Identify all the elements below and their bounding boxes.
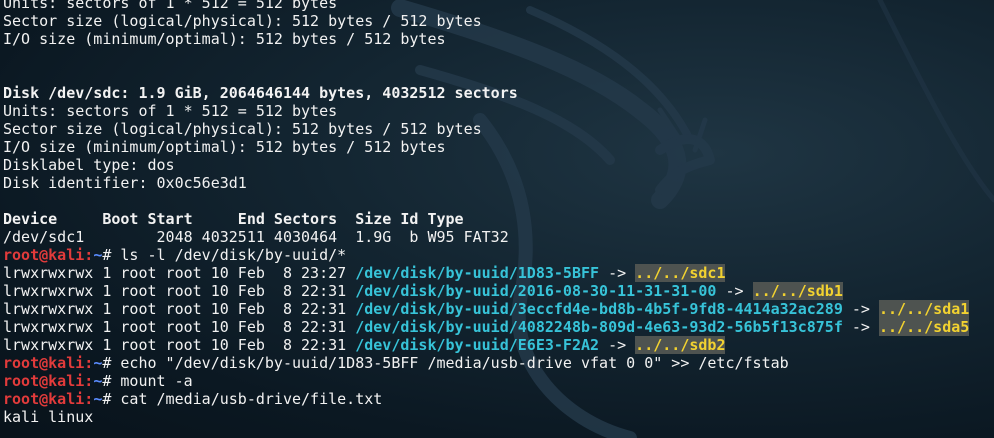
output-line: /dev/sdc1 2048 4032511 4030464 1.9G b W9… bbox=[3, 228, 969, 246]
output-text: Sector size (logical/physical): 512 byte… bbox=[3, 12, 482, 30]
symlink-target: ../../sdb1 bbox=[752, 282, 843, 300]
symlink-target: ../../sdc1 bbox=[635, 264, 726, 282]
prompt-at: @ bbox=[39, 390, 49, 408]
symlink-entry: lrwxrwxrwx 1 root root 10 Feb 8 23:27 /d… bbox=[3, 264, 969, 282]
prompt-host: kali bbox=[48, 390, 85, 408]
prompt-user: root bbox=[3, 390, 40, 408]
output-line: Sector size (logical/physical): 512 byte… bbox=[3, 12, 969, 30]
command-line: root@kali:~# mount -a bbox=[3, 372, 969, 390]
prompt-path: ~ bbox=[93, 246, 103, 264]
symlink-entry: lrwxrwxrwx 1 root root 10 Feb 8 22:31 /d… bbox=[3, 282, 969, 300]
symlink-name: /dev/disk/by-uuid/2016-08-30-11-31-31-00 bbox=[355, 282, 717, 300]
symlink-entry: lrwxrwxrwx 1 root root 10 Feb 8 22:31 /d… bbox=[3, 300, 970, 318]
prompt-symbol: # bbox=[102, 354, 121, 372]
output-line: Disk identifier: 0x0c56e3d1 bbox=[3, 174, 969, 192]
output-text: Disk identifier: 0x0c56e3d1 bbox=[3, 174, 247, 192]
output-line: Units: sectors of 1 * 512 = 512 bytes bbox=[3, 0, 969, 12]
output-line: I/O size (minimum/optimal): 512 bytes / … bbox=[3, 30, 969, 48]
output-line: Units: sectors of 1 * 512 = 512 bytes bbox=[3, 102, 969, 120]
symlink-entry: lrwxrwxrwx 1 root root 10 Feb 8 22:31 /d… bbox=[3, 318, 970, 336]
prompt-path: ~ bbox=[93, 354, 103, 372]
output-text: Disklabel type: dos bbox=[3, 156, 175, 174]
output-line: Sector size (logical/physical): 512 byte… bbox=[3, 120, 969, 138]
command-text: cat /media/usb-drive/file.txt bbox=[120, 390, 383, 408]
command-line: root@kali:~# cat /media/usb-drive/file.t… bbox=[3, 390, 969, 408]
prompt-symbol: # bbox=[102, 246, 121, 264]
output-text: Disk /dev/sdc: 1.9 GiB, 2064646144 bytes… bbox=[3, 84, 518, 102]
symlink-target: ../../sdb2 bbox=[635, 336, 726, 354]
prompt-host: kali bbox=[48, 372, 85, 390]
prompt-colon: : bbox=[84, 372, 94, 390]
command-text: ls -l /dev/disk/by-uuid/* bbox=[120, 246, 347, 264]
symlink-arrow: -> bbox=[842, 318, 879, 336]
symlink-arrow: -> bbox=[599, 336, 636, 354]
output-line: Disklabel type: dos bbox=[3, 156, 969, 174]
prompt-host: kali bbox=[48, 354, 85, 372]
prompt-host: kali bbox=[48, 246, 85, 264]
symlink-target: ../../sda5 bbox=[879, 318, 970, 336]
output-line: I/O size (minimum/optimal): 512 bytes / … bbox=[3, 138, 969, 156]
output-line-bold: Device Boot Start End Sectors Size Id Ty… bbox=[3, 210, 969, 228]
output-text: I/O size (minimum/optimal): 512 bytes / … bbox=[3, 30, 446, 48]
output-text: Units: sectors of 1 * 512 = 512 bytes bbox=[3, 102, 338, 120]
terminal-output[interactable]: Units: sectors of 1 * 512 = 512 bytes Sec… bbox=[3, 0, 970, 426]
file-meta: lrwxrwxrwx 1 root root 10 Feb 8 22:31 bbox=[3, 318, 356, 336]
file-meta: lrwxrwxrwx 1 root root 10 Feb 8 22:31 bbox=[3, 282, 356, 300]
symlink-name: /dev/disk/by-uuid/4082248b-809d-4e63-93d… bbox=[355, 318, 843, 336]
prompt-user: root bbox=[3, 354, 40, 372]
prompt-symbol: # bbox=[102, 390, 121, 408]
symlink-arrow: -> bbox=[842, 300, 879, 318]
prompt-at: @ bbox=[39, 246, 49, 264]
file-meta: lrwxrwxrwx 1 root root 10 Feb 8 22:31 bbox=[3, 336, 356, 354]
output-text: I/O size (minimum/optimal): 512 bytes / … bbox=[3, 138, 446, 156]
prompt-symbol: # bbox=[102, 372, 121, 390]
symlink-target: ../../sda1 bbox=[879, 300, 970, 318]
terminal-window[interactable]: Units: sectors of 1 * 512 = 512 bytes Sec… bbox=[0, 0, 994, 438]
symlink-entry: lrwxrwxrwx 1 root root 10 Feb 8 22:31 /d… bbox=[3, 336, 969, 354]
output-line: kali linux bbox=[3, 408, 969, 426]
output-text: Units: sectors of 1 * 512 = 512 bytes bbox=[3, 0, 338, 12]
prompt-at: @ bbox=[39, 354, 49, 372]
command-line: root@kali:~# ls -l /dev/disk/by-uuid/* bbox=[3, 246, 969, 264]
command-text: mount -a bbox=[120, 372, 193, 390]
symlink-name: /dev/disk/by-uuid/E6E3-F2A2 bbox=[355, 336, 600, 354]
output-text: Sector size (logical/physical): 512 byte… bbox=[3, 120, 482, 138]
output-text: /dev/sdc1 2048 4032511 4030464 1.9G b W9… bbox=[3, 228, 509, 246]
command-line: root@kali:~# echo "/dev/disk/by-uuid/1D8… bbox=[3, 354, 969, 372]
prompt-colon: : bbox=[84, 246, 94, 264]
output-line-bold: Disk /dev/sdc: 1.9 GiB, 2064646144 bytes… bbox=[3, 84, 969, 102]
command-text: echo "/dev/disk/by-uuid/1D83-5BFF /media… bbox=[120, 354, 789, 372]
symlink-name: /dev/disk/by-uuid/3eccfd4e-bd8b-4b5f-9fd… bbox=[355, 300, 843, 318]
symlink-arrow: -> bbox=[599, 264, 636, 282]
symlink-name: /dev/disk/by-uuid/1D83-5BFF bbox=[355, 264, 600, 282]
file-meta: lrwxrwxrwx 1 root root 10 Feb 8 23:27 bbox=[3, 264, 356, 282]
output-text: Device Boot Start End Sectors Size Id Ty… bbox=[3, 210, 464, 228]
prompt-colon: : bbox=[84, 390, 94, 408]
prompt-user: root bbox=[3, 246, 40, 264]
symlink-arrow: -> bbox=[716, 282, 753, 300]
file-meta: lrwxrwxrwx 1 root root 10 Feb 8 22:31 bbox=[3, 300, 356, 318]
prompt-at: @ bbox=[39, 372, 49, 390]
prompt-user: root bbox=[3, 372, 40, 390]
prompt-path: ~ bbox=[93, 390, 103, 408]
prompt-colon: : bbox=[84, 354, 94, 372]
output-text: kali linux bbox=[3, 408, 94, 426]
prompt-path: ~ bbox=[93, 372, 103, 390]
